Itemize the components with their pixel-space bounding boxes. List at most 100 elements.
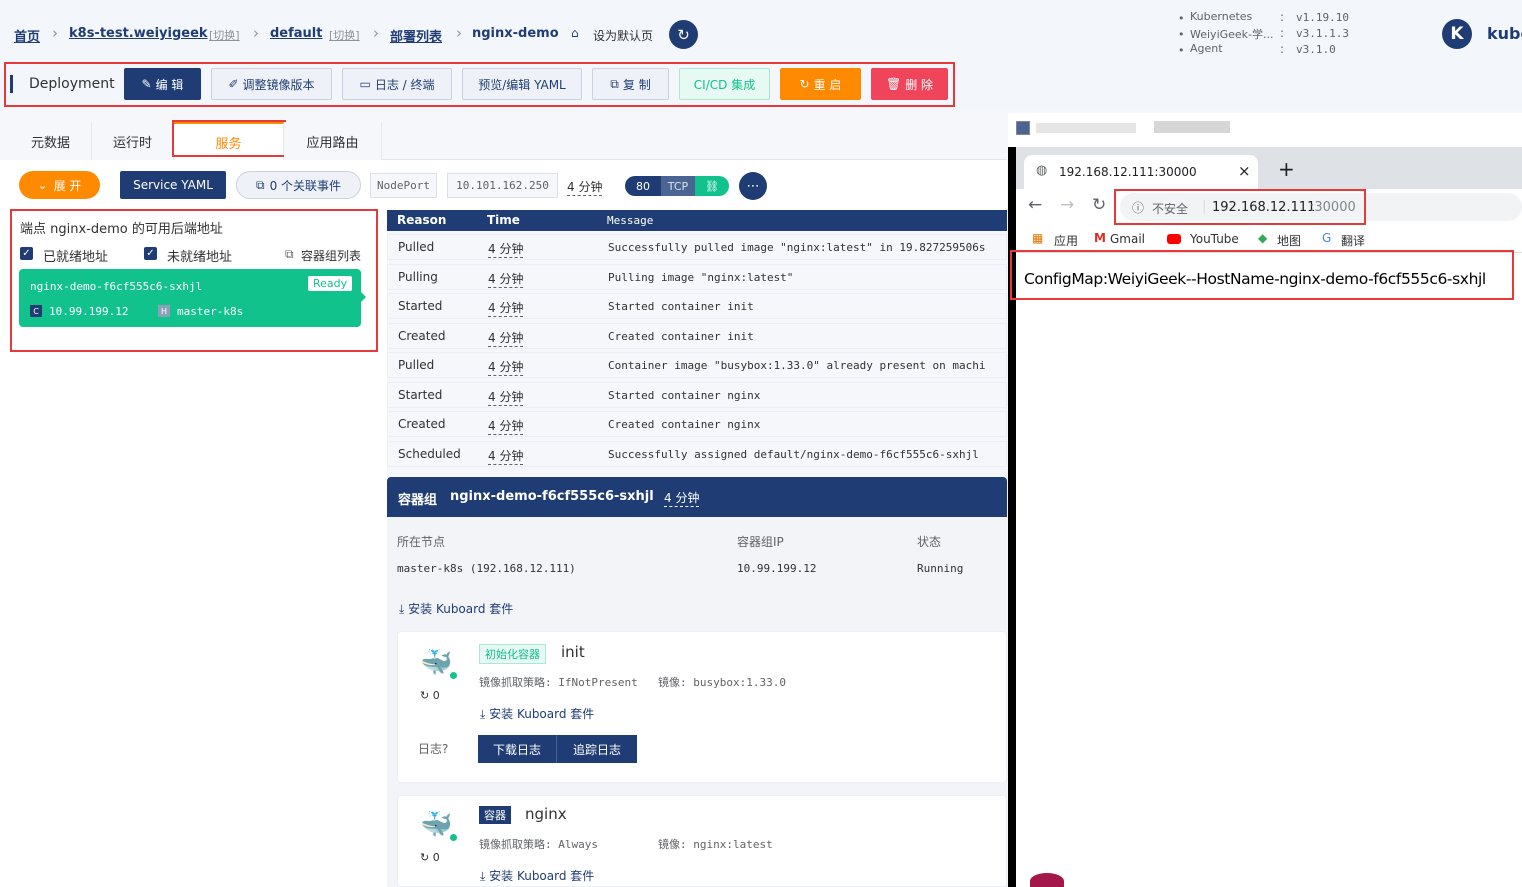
copy-label: 复 制 xyxy=(622,77,651,92)
reload-icon[interactable]: ↻ xyxy=(1092,195,1106,215)
edit-button[interactable]: ✎ 编 辑 xyxy=(124,68,201,100)
delete-label: 删 除 xyxy=(905,77,934,92)
event-message: Started container init xyxy=(608,300,754,313)
event-row: Created 4 分钟 Created container init xyxy=(387,322,1007,349)
event-row: Pulled 4 分钟 Container image "busybox:1.33.… xyxy=(387,352,1007,378)
follow-logs-button[interactable]: 追踪日志 xyxy=(557,735,637,763)
event-time: 4 分钟 xyxy=(488,419,524,435)
top-bar: 首页 › k8s-test.weiyigeek [切换] › default [… xyxy=(0,0,1522,110)
bullet-icon: • xyxy=(1178,28,1185,41)
breadcrumb-deploy-list[interactable]: 部署列表 xyxy=(390,26,442,45)
back-icon[interactable]: ← xyxy=(1028,195,1042,215)
restart-button[interactable]: ↻ 重 启 xyxy=(780,68,861,100)
install-suite-link[interactable]: ⤓ 安装 Kuboard 套件 xyxy=(399,600,513,617)
chevron-right-icon: › xyxy=(253,24,259,42)
copy-button[interactable]: ⧉ 复 制 xyxy=(592,68,669,100)
service-yaml-button[interactable]: Service YAML xyxy=(120,171,226,199)
restart-icon: ↻ xyxy=(799,77,810,91)
pod-ip-value: 10.99.199.12 xyxy=(737,562,817,575)
download-icon: ⤓ xyxy=(399,602,409,616)
browser-frame: ◍ 192.168.12.111:30000 × + ← → ↻ ⓘ 不安全 |… xyxy=(1010,147,1522,887)
refresh-button[interactable]: ↻ xyxy=(669,20,698,49)
logs-label-text: 日志 xyxy=(418,742,443,756)
bookmark-apps[interactable]: 应用 xyxy=(1054,232,1078,249)
node-label: 所在节点 xyxy=(397,535,446,549)
logs-label: 日志? xyxy=(418,740,448,757)
set-default-link[interactable]: 设为默认页 xyxy=(593,27,653,44)
breadcrumb-namespace[interactable]: default xyxy=(270,26,322,41)
event-reason: Created xyxy=(398,417,446,431)
chevron-right-icon: › xyxy=(52,24,58,42)
brand-name: kubo xyxy=(1487,24,1522,43)
install-suite-link[interactable]: ⤓ 安装 Kuboard 套件 xyxy=(480,867,594,884)
install-suite-link[interactable]: ⤓ 安装 Kuboard 套件 xyxy=(480,705,594,722)
ready-badge: Ready xyxy=(308,276,353,291)
forward-icon[interactable]: → xyxy=(1060,195,1074,215)
chevron-right-icon: › xyxy=(456,24,462,42)
delete-button[interactable]: 🗑 删 除 xyxy=(871,68,948,100)
bookmark-maps[interactable]: 地图 xyxy=(1277,232,1301,249)
pod-panel-prefix: 容器组 xyxy=(398,493,438,508)
pull-policy: 镜像抓取策略: Always xyxy=(479,838,598,851)
adjust-image-button[interactable]: ✐ 调整镜像版本 xyxy=(211,68,332,100)
more-icon: ⋯ xyxy=(746,178,760,194)
resource-kind: Deployment xyxy=(29,76,115,92)
bookmark-youtube[interactable]: YouTube xyxy=(1190,232,1239,246)
related-events-button[interactable]: ⧉ 0 个关联事件 xyxy=(236,171,361,199)
event-reason: Pulled xyxy=(398,358,435,372)
namespace-switch-link[interactable]: [切换] xyxy=(329,27,360,43)
event-message: Created container nginx xyxy=(608,418,761,431)
tab-metadata[interactable]: 元数据 xyxy=(10,122,92,160)
globe-icon: ◍ xyxy=(1036,163,1048,178)
tab-highlight xyxy=(172,120,286,157)
tab-close-icon[interactable]: × xyxy=(1238,162,1251,180)
version-value-agent: v3.1.0 xyxy=(1296,43,1336,56)
bookmark-translate[interactable]: 翻译 xyxy=(1341,232,1365,249)
new-tab-button[interactable]: + xyxy=(1278,157,1295,181)
cluster-switch-link[interactable]: [切换] xyxy=(209,27,240,43)
tab-runtime[interactable]: 运行时 xyxy=(92,122,174,160)
endpoint-node: master-k8s xyxy=(177,305,244,318)
container-name: nginx xyxy=(525,805,567,823)
download-logs-button[interactable]: 下载日志 xyxy=(478,735,557,763)
container-card-nginx: 🐳 ↻ 0 容器 nginx 镜像抓取策略: Always 镜像: nginx:… xyxy=(397,795,1007,887)
edit-icon: ✎ xyxy=(141,77,152,91)
copy-icon: ⧉ xyxy=(610,76,619,91)
bookmark-gmail[interactable]: Gmail xyxy=(1110,232,1145,246)
browser-tab[interactable]: ◍ 192.168.12.111:30000 × xyxy=(1024,155,1258,189)
event-reason: Scheduled xyxy=(398,446,461,461)
port-number: 80 xyxy=(625,176,661,196)
cicd-button[interactable]: CI/CD 集成 xyxy=(679,68,770,100)
breadcrumb-cluster[interactable]: k8s-test.weiyigeek xyxy=(69,26,208,41)
youtube-icon xyxy=(1167,234,1181,244)
yaml-button[interactable]: 预览/编辑 YAML xyxy=(462,68,582,100)
ready-checkbox[interactable]: ✓ xyxy=(20,247,33,260)
tab-strip: ◍ 192.168.12.111:30000 × + xyxy=(1016,147,1522,189)
separator: : xyxy=(1280,42,1285,56)
breadcrumb-home[interactable]: 首页 xyxy=(14,26,40,45)
event-row: Started 4 分钟 Started container nginx xyxy=(387,381,1007,408)
expand-button[interactable]: ⌄ 展 开 xyxy=(19,171,100,199)
install-suite-label: 安装 Kuboard 套件 xyxy=(489,869,595,883)
separator: : xyxy=(1280,26,1285,40)
endpoint-card[interactable]: nginx-demo-f6cf555c6-sxhjl Ready C 10.99… xyxy=(19,269,366,327)
endpoint-pod-name: nginx-demo-f6cf555c6-sxhjl xyxy=(30,280,203,293)
tab-ingress[interactable]: 应用路由 xyxy=(284,122,382,160)
not-ready-checkbox[interactable]: ✓ xyxy=(144,247,157,260)
event-time: 4 分钟 xyxy=(488,242,524,258)
logs-terminal-button[interactable]: ▭ 日志 / 终端 xyxy=(342,68,452,100)
edit-button-label: 编 辑 xyxy=(155,77,184,92)
pod-panel-header: 容器组 nginx-demo-f6cf555c6-sxhjl 4 分钟 xyxy=(387,477,1007,517)
restart-icon: ↻ xyxy=(420,851,433,864)
chevron-right-icon: › xyxy=(373,24,379,42)
events-table-header: Reason Time Message xyxy=(387,210,1007,231)
pod-list-link[interactable]: 容器组列表 xyxy=(301,247,361,264)
running-dot xyxy=(450,672,457,679)
logs-terminal-label: 日志 / 终端 xyxy=(374,77,435,92)
more-button[interactable]: ⋯ xyxy=(739,172,767,200)
page-content-text: ConfigMap:WeiyiGeek--HostName-nginx-demo… xyxy=(1024,270,1486,288)
download-icon: ⤓ xyxy=(480,869,490,883)
event-message: Started container nginx xyxy=(608,388,761,402)
port-badge: 80 TCP ⛓ xyxy=(625,176,729,196)
docker-icon: 🐳 xyxy=(420,810,453,840)
